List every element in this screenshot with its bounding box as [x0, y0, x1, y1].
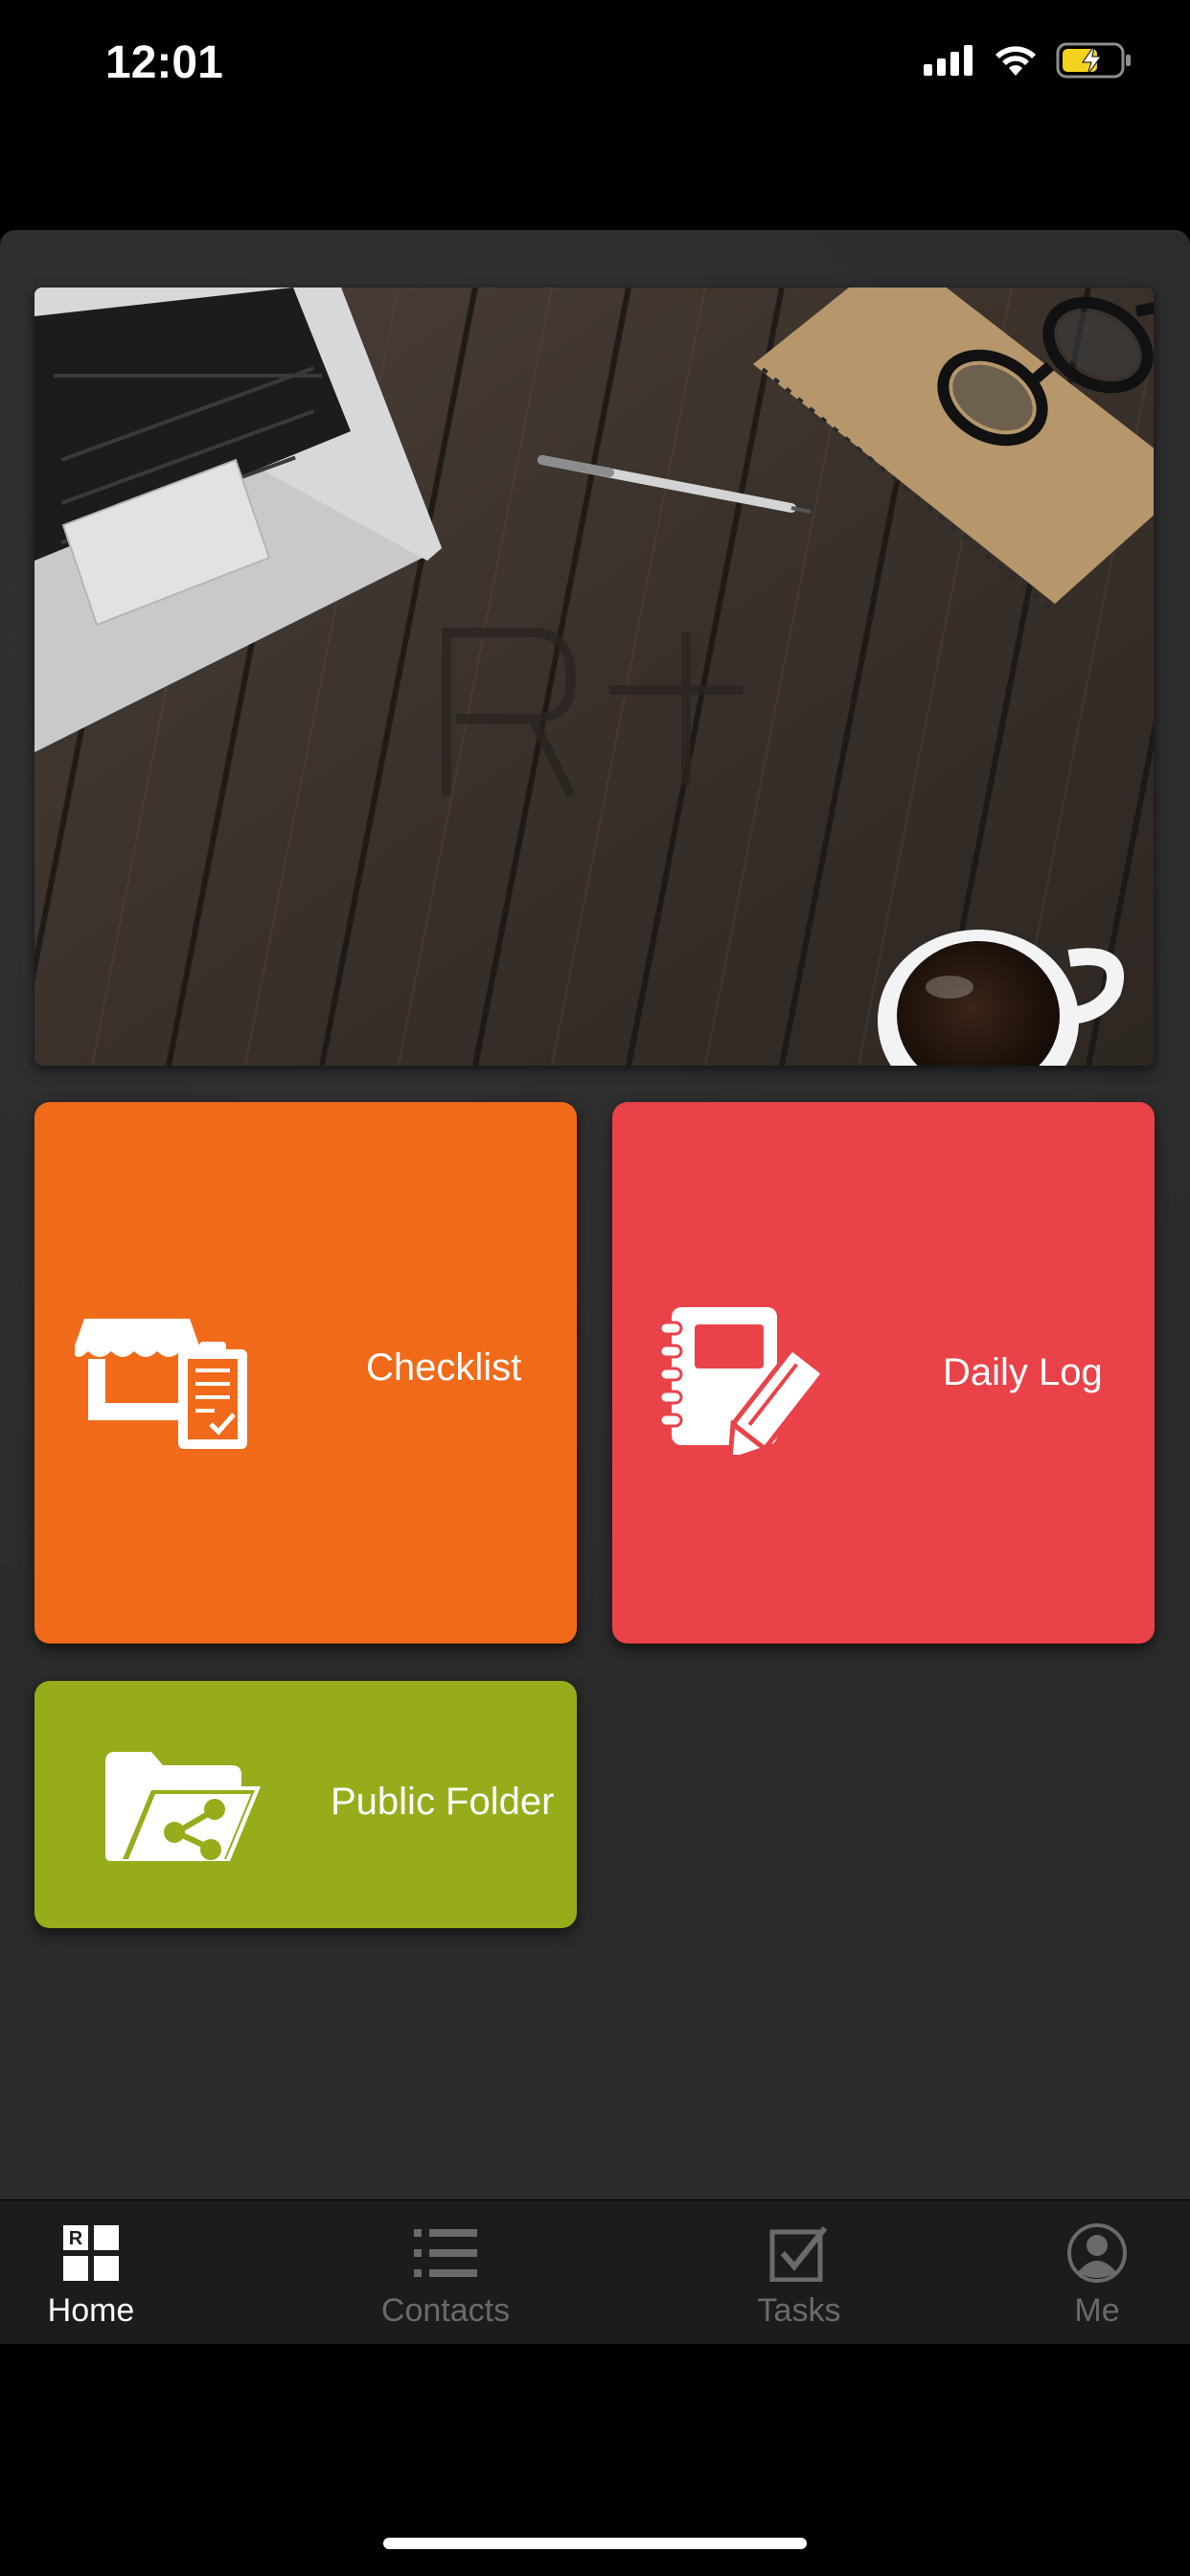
tab-tasks[interactable]: Tasks — [651, 2200, 948, 2344]
checklist-label: Checklist — [366, 1346, 522, 1389]
list-icon — [414, 2221, 477, 2285]
tab-contacts[interactable]: Contacts — [297, 2200, 594, 2344]
tab-me[interactable]: Me — [949, 2200, 1190, 2344]
cellular-signal-icon — [924, 45, 973, 76]
public-folder-label: Public Folder — [331, 1781, 555, 1823]
tab-me-label: Me — [1074, 2292, 1120, 2329]
daily-log-tile[interactable]: Daily Log — [612, 1102, 1155, 1644]
checklist-tile[interactable]: Checklist — [34, 1102, 577, 1644]
daily-log-label: Daily Log — [943, 1351, 1103, 1393]
public-folder-tile[interactable]: Public Folder — [34, 1681, 577, 1928]
tab-home[interactable]: R Home — [0, 2200, 240, 2344]
tab-home-label: Home — [47, 2292, 135, 2329]
home-grid-icon: R — [63, 2221, 119, 2285]
tab-contacts-label: Contacts — [380, 2292, 511, 2329]
wifi-icon — [995, 46, 1036, 76]
store-checklist-icon — [73, 1311, 257, 1458]
svg-text:R: R — [69, 2228, 83, 2249]
tab-tasks-label: Tasks — [757, 2292, 841, 2329]
status-icons — [924, 42, 1133, 79]
status-time: 12:01 — [105, 37, 223, 88]
profile-icon — [1066, 2221, 1128, 2285]
desk-illustration — [34, 288, 1154, 1066]
home-indicator — [383, 2538, 807, 2549]
battery-charging-icon — [1056, 42, 1131, 79]
checkbox-icon — [769, 2221, 829, 2285]
status-bar: 12:01 — [0, 0, 1190, 134]
hero-image — [34, 288, 1154, 1066]
shared-folder-icon — [102, 1748, 264, 1868]
notebook-pencil-icon — [658, 1301, 825, 1464]
app-content: Checklist Daily Log Public Folder — [0, 230, 1190, 2199]
tab-bar: R Home Contacts Tasks Me — [0, 2200, 1190, 2344]
